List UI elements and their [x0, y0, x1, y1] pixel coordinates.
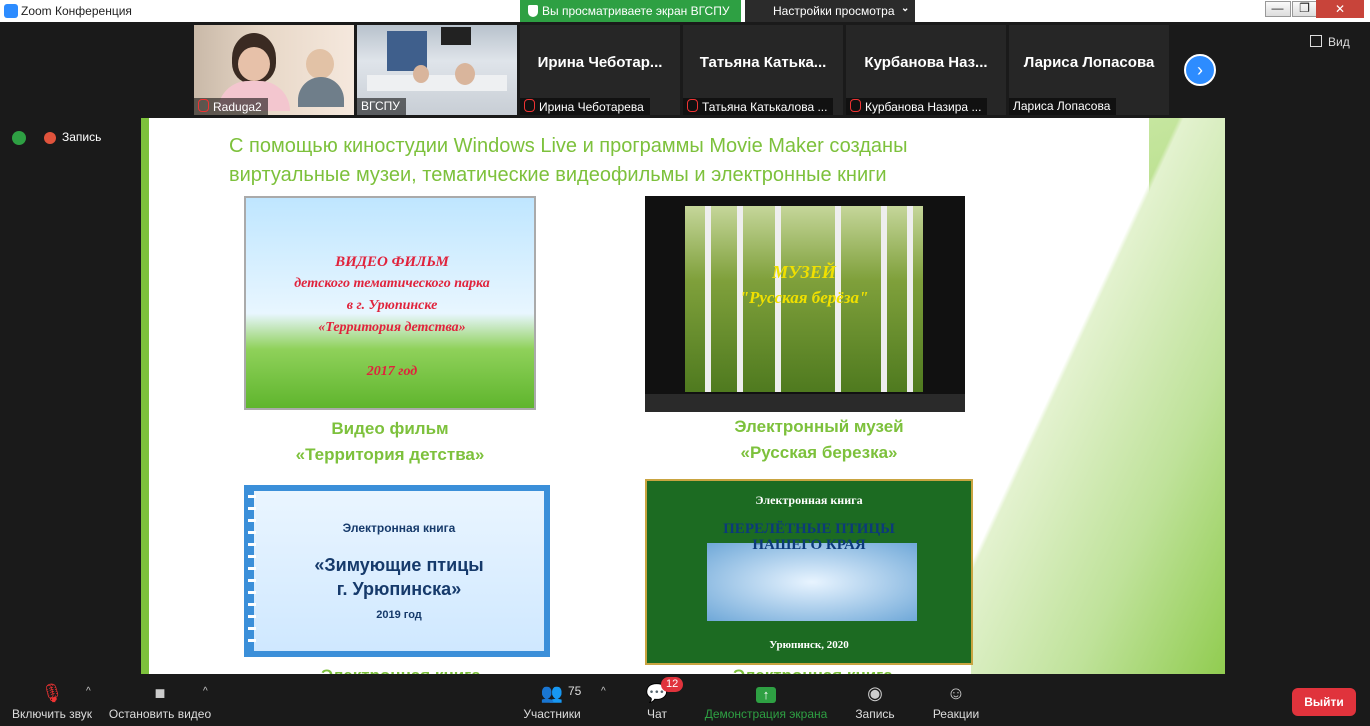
- mic-muted-icon: [198, 99, 209, 112]
- smiley-icon: ☺: [946, 683, 966, 703]
- video-tile[interactable]: ВГСПУ: [357, 25, 517, 115]
- participants-options-caret[interactable]: ^: [601, 686, 606, 697]
- record-icon: ◉: [867, 683, 883, 703]
- slide-decoration: [971, 118, 1225, 674]
- participant-name: Татьяна Катькалова ...: [683, 98, 834, 115]
- shield-icon: [528, 5, 538, 17]
- window-titlebar: Zoom Конференция Вы просматриваете экран…: [0, 0, 1370, 22]
- mic-muted-icon: [850, 99, 861, 112]
- grid-icon: [1310, 35, 1322, 47]
- museum-player-thumbnail: МУЗЕЙ "Русская берёза": [645, 196, 965, 412]
- participant-name: Лариса Лопасова: [1009, 98, 1117, 115]
- mic-muted-icon: 🎙: [40, 683, 64, 703]
- next-page-button[interactable]: ›: [1184, 54, 1216, 86]
- chevron-down-icon: ⌄: [901, 3, 910, 14]
- reactions-button[interactable]: ☺ Реакции: [928, 676, 984, 721]
- caption-museum: Электронный музей «Русская березка»: [734, 417, 904, 462]
- stop-video-button[interactable]: ■ Остановить видео: [108, 676, 212, 721]
- record-dot-icon: [44, 131, 56, 144]
- video-camera-icon: ■: [154, 683, 166, 703]
- leave-button[interactable]: Выйти: [1292, 688, 1356, 716]
- audio-options-caret[interactable]: ^: [86, 686, 91, 697]
- chat-unread-badge: 12: [661, 677, 684, 692]
- participants-count: 75: [568, 684, 582, 698]
- ebook-winter-birds-thumbnail: Электронная книга «Зимующие птицы г. Урю…: [244, 485, 550, 657]
- view-layout-button[interactable]: Вид: [1310, 35, 1350, 49]
- shared-screen: С помощью киностудии Windows Live и прог…: [141, 118, 1225, 674]
- caption-video-film: Видео фильм «Территория детства»: [295, 419, 485, 464]
- video-tile[interactable]: Лариса Лопасова Лариса Лопасова: [1009, 25, 1169, 115]
- video-options-caret[interactable]: ^: [203, 686, 208, 697]
- participant-name: Raduga2: [194, 98, 268, 115]
- share-screen-button[interactable]: ↑ Демонстрация экрана: [702, 676, 830, 721]
- participant-name: Курбанова Назира ...: [846, 98, 988, 115]
- caption-ebook-winter: Электронная книга: [321, 666, 481, 674]
- caption-ebook-migratory: Электронная книга: [733, 666, 893, 674]
- screen-share-notice: Вы просматриваете экран ВГСПУ: [520, 0, 741, 22]
- unmute-button[interactable]: 🎙 Включить звук: [8, 676, 96, 721]
- participants-button[interactable]: 👥 Участники: [520, 676, 584, 721]
- video-tile[interactable]: Raduga2: [194, 25, 354, 115]
- video-film-thumbnail: ВИДЕО ФИЛЬМ детского тематического парка…: [244, 196, 536, 410]
- video-tile[interactable]: Ирина Чеботар... Ирина Чеботарева: [520, 25, 680, 115]
- mic-muted-icon: [524, 99, 535, 112]
- recording-indicator: Запись: [12, 130, 101, 145]
- view-options-dropdown[interactable]: Настройки просмотра ⌄: [745, 0, 915, 22]
- close-button[interactable]: ✕: [1316, 0, 1364, 18]
- share-screen-icon: ↑: [702, 683, 830, 703]
- mic-muted-icon: [687, 99, 698, 112]
- meeting-toolbar: 🎙 Включить звук ^ ■ Остановить видео ^ 👥…: [0, 676, 1370, 726]
- player-controls: [645, 394, 965, 412]
- video-tile[interactable]: Татьяна Катька... Татьяна Катькалова ...: [683, 25, 843, 115]
- video-tile[interactable]: Курбанова Наз... Курбанова Назира ...: [846, 25, 1006, 115]
- security-shield-icon: [12, 130, 26, 145]
- participant-name: ВГСПУ: [357, 98, 406, 115]
- participant-name: Ирина Чеботарева: [520, 98, 650, 115]
- slide-title: С помощью киностудии Windows Live и прог…: [229, 135, 908, 186]
- zoom-logo-icon: [4, 4, 18, 18]
- video-strip: Raduga2 ВГСПУ Ирина Чеботар... Ирина Чеб…: [0, 22, 1370, 116]
- record-button[interactable]: ◉ Запись: [852, 676, 898, 721]
- participant-name-large: Лариса Лопасова: [1023, 54, 1155, 71]
- window-title: Zoom Конференция: [21, 4, 132, 18]
- participant-name-large: Татьяна Катька...: [699, 54, 827, 71]
- ebook-migratory-birds-thumbnail: Электронная книга ПЕРЕЛЁТНЫЕ ПТИЦЫ НАШЕГ…: [645, 479, 973, 665]
- participant-name-large: Курбанова Наз...: [864, 54, 988, 71]
- participant-name-large: Ирина Чеботар...: [537, 54, 663, 71]
